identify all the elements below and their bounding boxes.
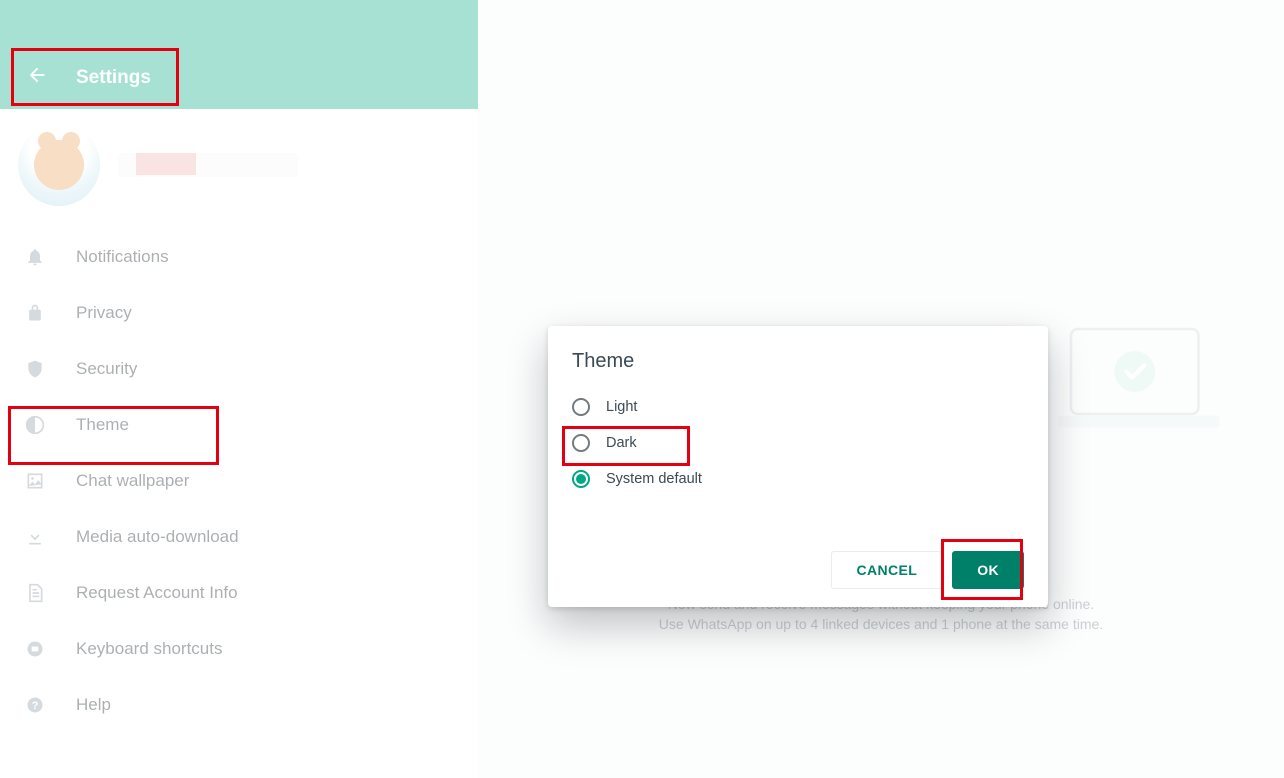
theme-icon <box>24 415 46 435</box>
settings-item-security[interactable]: Security <box>0 341 478 397</box>
shield-icon <box>24 359 46 379</box>
svg-text:?: ? <box>32 700 39 712</box>
radio-label: System default <box>606 471 702 487</box>
theme-radio-group: Light Dark System default <box>572 391 1024 495</box>
document-icon <box>24 583 46 603</box>
radio-icon <box>572 470 590 488</box>
settings-item-privacy[interactable]: Privacy <box>0 285 478 341</box>
settings-sidebar: Settings Notifications Privacy Security <box>0 0 478 778</box>
back-arrow-icon[interactable] <box>26 64 48 91</box>
settings-item-label: Help <box>76 695 111 715</box>
radio-icon <box>572 398 590 416</box>
theme-option-light[interactable]: Light <box>572 391 1024 423</box>
settings-item-label: Privacy <box>76 303 132 323</box>
settings-item-request-info[interactable]: Request Account Info <box>0 565 478 621</box>
download-icon <box>24 527 46 547</box>
ok-button[interactable]: OK <box>952 551 1024 589</box>
wallpaper-icon <box>24 471 46 491</box>
settings-title: Settings <box>76 67 151 89</box>
help-icon: ? <box>24 695 46 715</box>
settings-item-shortcuts[interactable]: Keyboard shortcuts <box>0 621 478 677</box>
theme-option-system[interactable]: System default <box>572 463 1024 495</box>
settings-item-label: Theme <box>76 415 129 435</box>
settings-item-media[interactable]: Media auto-download <box>0 509 478 565</box>
radio-icon <box>572 434 590 452</box>
app-root: Settings Notifications Privacy Security <box>0 0 1284 778</box>
radio-label: Dark <box>606 435 637 451</box>
settings-header: Settings <box>0 0 478 109</box>
dialog-actions: CANCEL OK <box>572 551 1024 589</box>
settings-item-help[interactable]: ? Help <box>0 677 478 733</box>
dialog-title: Theme <box>572 350 1024 373</box>
lock-icon <box>24 303 46 323</box>
keyboard-icon <box>24 639 46 659</box>
theme-option-dark[interactable]: Dark <box>572 427 1024 459</box>
theme-dialog: Theme Light Dark System default CANCEL O… <box>548 326 1048 607</box>
settings-item-theme[interactable]: Theme <box>0 397 478 453</box>
settings-item-notifications[interactable]: Notifications <box>0 229 478 285</box>
settings-item-label: Keyboard shortcuts <box>76 639 222 659</box>
settings-item-wallpaper[interactable]: Chat wallpaper <box>0 453 478 509</box>
settings-list: Notifications Privacy Security Theme Cha… <box>0 221 478 741</box>
profile-row[interactable] <box>0 109 478 221</box>
avatar <box>18 124 100 206</box>
bell-icon <box>24 247 46 267</box>
settings-item-label: Security <box>76 359 137 379</box>
cancel-button[interactable]: CANCEL <box>831 551 942 589</box>
settings-item-label: Notifications <box>76 247 169 267</box>
radio-label: Light <box>606 399 637 415</box>
settings-item-label: Request Account Info <box>76 583 238 603</box>
settings-item-label: Chat wallpaper <box>76 471 189 491</box>
hero-laptop-illustration <box>1054 320 1224 440</box>
settings-item-label: Media auto-download <box>76 527 239 547</box>
hero-text-line2: Use WhatsApp on up to 4 linked devices a… <box>478 616 1284 632</box>
profile-name-redacted <box>118 153 298 177</box>
